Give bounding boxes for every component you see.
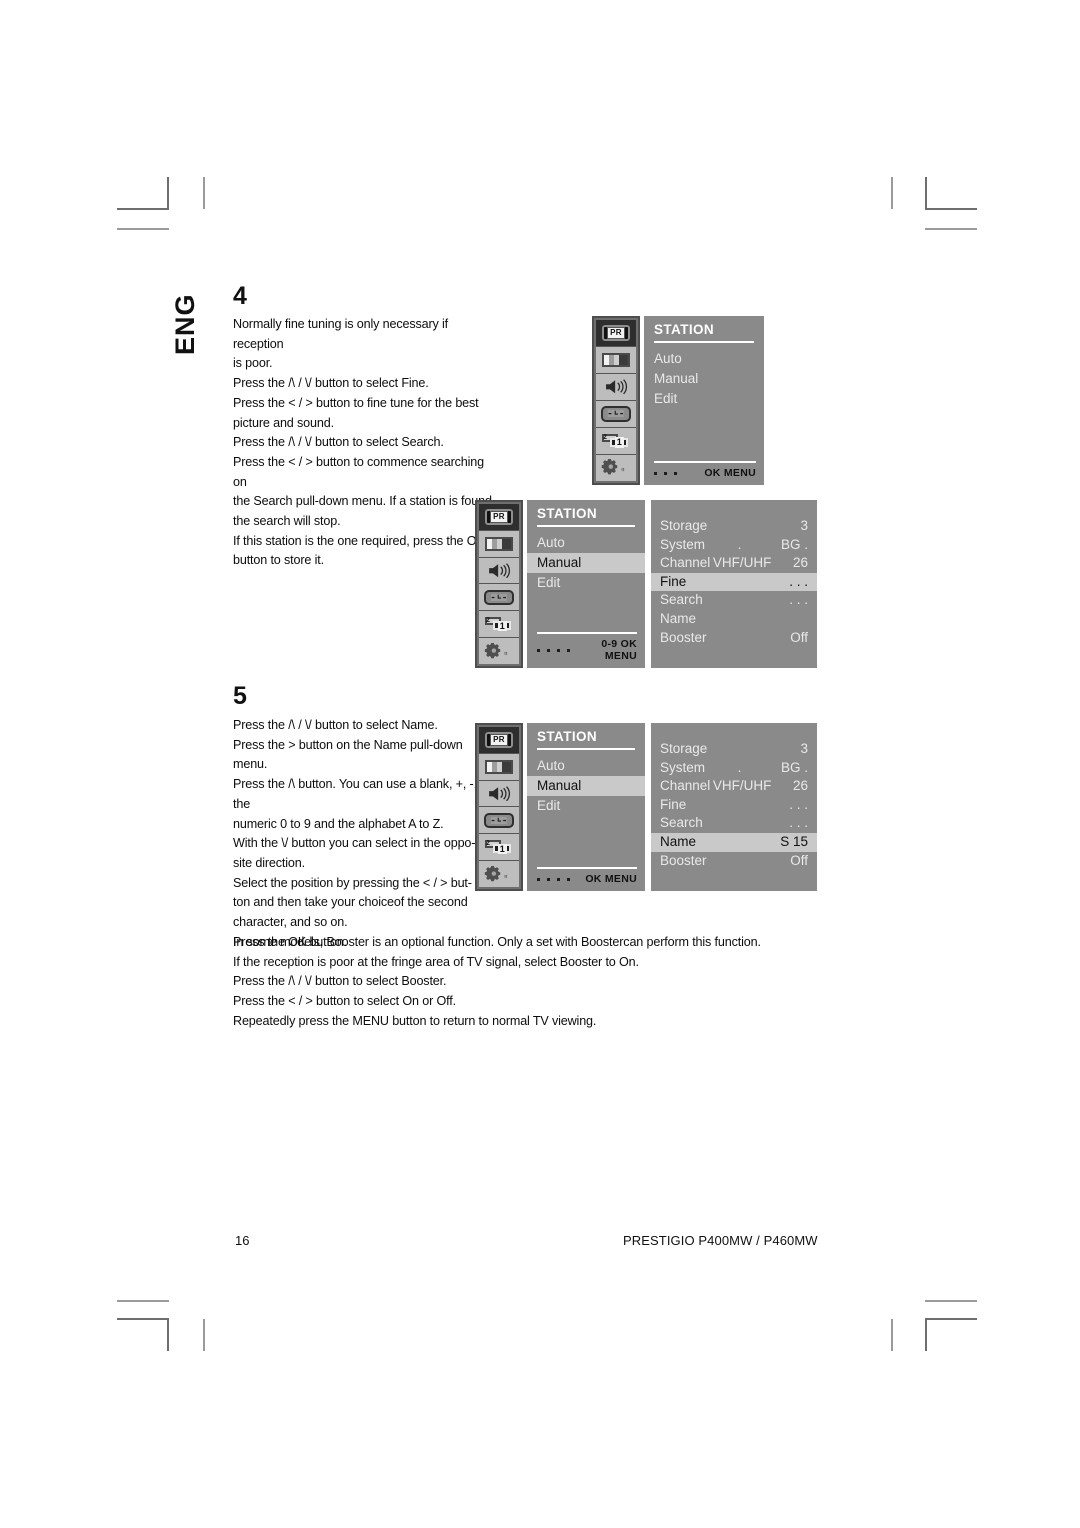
osd-list-panel: STATION Auto Manual Edit OK MENU bbox=[644, 316, 764, 485]
setup-gear-icon bbox=[485, 642, 508, 658]
osd-footer-dots bbox=[654, 471, 683, 475]
rail-item-time[interactable] bbox=[479, 807, 519, 835]
step-5-number: 5 bbox=[233, 682, 247, 710]
osd-station-root: PR 2 1 STATION Auto Manual Edit OK MENU bbox=[592, 316, 764, 485]
osd-menu-item-auto[interactable]: Auto bbox=[644, 349, 764, 369]
osd-detail-panel: Storage 3 System . BG . Channel VHF/UHF … bbox=[651, 723, 817, 891]
pip-icon: 2 1 bbox=[484, 840, 514, 855]
osd-icon-rail: PR 2 1 bbox=[592, 316, 640, 485]
footer-model-name: PRESTIGIO P400MW / P460MW bbox=[623, 1233, 818, 1248]
detail-row-system[interactable]: System . BG . bbox=[651, 759, 817, 778]
rail-item-pip[interactable]: 2 1 bbox=[596, 428, 636, 455]
sound-speaker-icon bbox=[489, 786, 511, 802]
osd-menu-item-auto[interactable]: Auto bbox=[527, 756, 645, 776]
time-clock-icon bbox=[484, 589, 514, 605]
rail-item-time[interactable] bbox=[479, 584, 519, 612]
osd-title: STATION bbox=[654, 322, 715, 337]
sound-speaker-icon bbox=[606, 379, 628, 395]
step-4-number: 4 bbox=[233, 282, 247, 310]
osd-menu-item-auto[interactable]: Auto bbox=[527, 533, 645, 553]
osd-footer-rule bbox=[654, 461, 756, 463]
setup-gear-icon bbox=[602, 459, 625, 475]
osd-footer: 0-9 OK MENU bbox=[537, 632, 637, 662]
osd-footer: OK MENU bbox=[654, 461, 756, 479]
picture-icon bbox=[601, 352, 631, 368]
rail-item-pip[interactable]: 2 1 bbox=[479, 834, 519, 862]
detail-row-fine[interactable]: Fine . . . bbox=[651, 572, 817, 592]
step-4-text: Normally fine tuning is only necessary i… bbox=[233, 317, 492, 568]
detail-row-name[interactable]: Name bbox=[651, 610, 817, 629]
osd-icon-rail: PR 2 1 bbox=[475, 723, 523, 891]
station-pr-icon: PR bbox=[602, 324, 630, 342]
detail-row-storage[interactable]: Storage 3 bbox=[651, 517, 817, 536]
osd-icon-rail: PR 2 1 bbox=[475, 500, 523, 668]
picture-icon bbox=[484, 536, 514, 551]
detail-row-channel[interactable]: Channel VHF/UHF 26 bbox=[651, 777, 817, 796]
osd-menu-list: Auto Manual Edit bbox=[527, 527, 645, 593]
osd-menu-item-manual[interactable]: Manual bbox=[644, 369, 764, 389]
osd-menu-item-manual[interactable]: Manual bbox=[527, 776, 645, 796]
osd-menu-item-edit[interactable]: Edit bbox=[644, 389, 764, 409]
step-5-text: Press the /\ / \/ button to select Name.… bbox=[233, 718, 477, 949]
osd-footer-rule bbox=[537, 867, 637, 869]
osd-detail-panel: Storage 3 System . BG . Channel VHF/UHF … bbox=[651, 500, 817, 668]
rail-item-station[interactable]: PR bbox=[479, 504, 519, 531]
detail-row-system[interactable]: System . BG . bbox=[651, 536, 817, 555]
sound-speaker-icon bbox=[489, 563, 511, 579]
time-clock-icon bbox=[484, 812, 514, 828]
rail-item-station[interactable]: PR bbox=[596, 320, 636, 347]
rail-item-sound[interactable] bbox=[479, 557, 519, 585]
rail-item-setup[interactable] bbox=[596, 455, 636, 481]
rail-item-station[interactable]: PR bbox=[479, 727, 519, 754]
detail-row-storage[interactable]: Storage 3 bbox=[651, 740, 817, 759]
detail-row-name[interactable]: Name S 15 bbox=[651, 832, 817, 852]
setup-gear-icon bbox=[485, 865, 508, 881]
osd-menu-list: Auto Manual Edit bbox=[527, 750, 645, 816]
osd-station-manual-name: PR 2 1 STATION Auto Manual Edit OK MENU … bbox=[475, 723, 817, 891]
rail-item-time[interactable] bbox=[596, 401, 636, 428]
osd-title: STATION bbox=[537, 506, 598, 521]
detail-row-search[interactable]: Search . . . bbox=[651, 814, 817, 833]
detail-row-fine[interactable]: Fine . . . bbox=[651, 796, 817, 815]
osd-footer-dots bbox=[537, 877, 576, 881]
rail-item-setup[interactable] bbox=[479, 861, 519, 887]
rail-item-setup[interactable] bbox=[479, 638, 519, 664]
rail-item-sound[interactable] bbox=[596, 374, 636, 401]
rail-item-pip[interactable]: 2 1 bbox=[479, 611, 519, 639]
station-pr-icon: PR bbox=[485, 508, 513, 525]
detail-row-booster[interactable]: Booster Off bbox=[651, 852, 817, 871]
closing-text: In some models, Booster is an optional f… bbox=[233, 935, 761, 1028]
time-clock-icon bbox=[601, 406, 631, 422]
station-pr-icon: PR bbox=[485, 731, 513, 748]
detail-row-channel[interactable]: Channel VHF/UHF 26 bbox=[651, 554, 817, 573]
osd-station-manual-fine: PR 2 1 STATION Auto Manual Edit 0-9 OK M… bbox=[475, 500, 817, 668]
rail-item-picture[interactable] bbox=[596, 347, 636, 374]
osd-footer-keys: OK MENU bbox=[704, 467, 756, 479]
osd-menu-item-edit[interactable]: Edit bbox=[527, 796, 645, 816]
detail-row-booster[interactable]: Booster Off bbox=[651, 629, 817, 648]
rail-item-sound[interactable] bbox=[479, 780, 519, 808]
osd-list-panel: STATION Auto Manual Edit 0-9 OK MENU bbox=[527, 500, 645, 668]
detail-row-search[interactable]: Search . . . bbox=[651, 591, 817, 610]
picture-icon bbox=[484, 759, 514, 774]
osd-list-panel: STATION Auto Manual Edit OK MENU bbox=[527, 723, 645, 891]
osd-footer-keys: OK MENU bbox=[585, 873, 637, 885]
pip-icon: 2 1 bbox=[484, 617, 514, 632]
osd-menu-list: Auto Manual Edit bbox=[644, 343, 764, 409]
osd-footer-dots bbox=[537, 648, 576, 652]
page-number: 16 bbox=[235, 1233, 250, 1248]
osd-menu-item-manual[interactable]: Manual bbox=[527, 553, 645, 573]
osd-menu-item-edit[interactable]: Edit bbox=[527, 573, 645, 593]
osd-title: STATION bbox=[537, 729, 598, 744]
osd-footer: OK MENU bbox=[537, 867, 637, 885]
rail-item-picture[interactable] bbox=[479, 530, 519, 558]
osd-footer-rule bbox=[537, 632, 637, 634]
language-tab: ENG bbox=[170, 293, 200, 355]
pip-icon: 2 1 bbox=[601, 433, 631, 448]
osd-footer-keys: 0-9 OK MENU bbox=[601, 638, 637, 662]
rail-item-picture[interactable] bbox=[479, 753, 519, 781]
